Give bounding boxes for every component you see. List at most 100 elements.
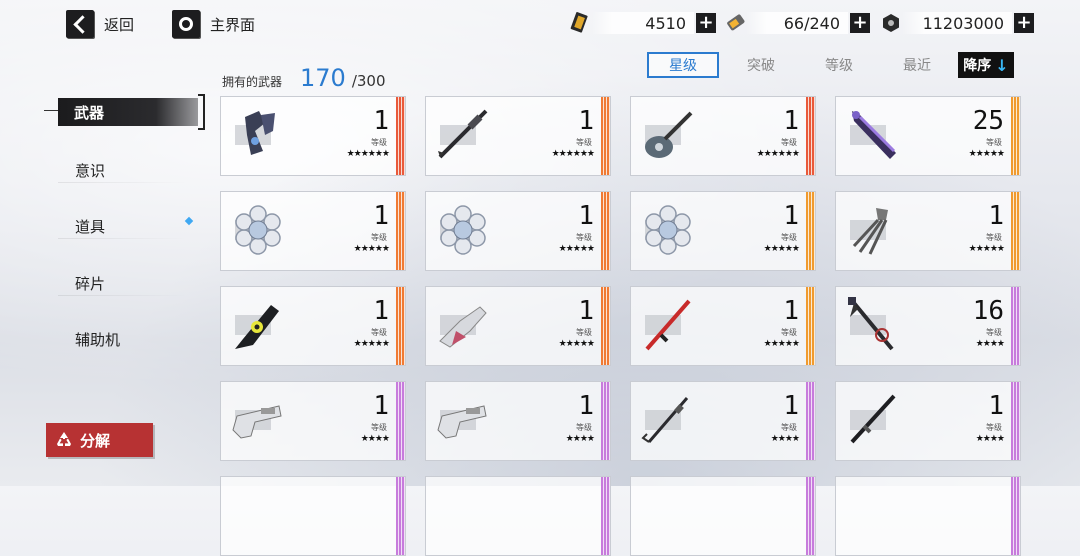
home-button[interactable]: 主界面 <box>172 10 255 38</box>
crystal-flower-icon <box>645 205 691 255</box>
weapon-card[interactable]: 1 等级 ★★★★★ <box>835 191 1021 271</box>
nav-item-elf[interactable]: 辅助机 <box>75 329 120 350</box>
weapon-level: 1 <box>373 201 389 231</box>
resource-tickets: 4510 + <box>570 10 716 36</box>
nav-item-fragments[interactable]: 碎片 <box>75 273 105 294</box>
nav-pointer-line <box>44 110 58 111</box>
weapon-card[interactable]: 1 等级 ★★★★★★ <box>220 96 406 176</box>
star-rating: ★★★★★★ <box>756 149 800 159</box>
weapon-card[interactable]: 1 等级 ★★★★★ <box>220 191 406 271</box>
weapon-card[interactable]: 1 等级 ★★★★★★ <box>425 96 611 176</box>
rarity-stripe <box>806 287 815 365</box>
rarity-stripe <box>806 382 815 460</box>
nav-item-items[interactable]: 道具 <box>75 216 105 237</box>
weapon-card[interactable]: 1 等级 ★★★★ <box>835 381 1021 461</box>
level-label: 等级 <box>576 328 592 337</box>
rarity-stripe <box>806 97 815 175</box>
arrow-down-icon: ↓ <box>995 55 1009 75</box>
nav-item-label: 武器 <box>74 103 105 122</box>
weapon-card[interactable]: 1 等级 ★★★★★ <box>425 191 611 271</box>
chainsaw-blade-icon <box>235 305 279 349</box>
nav-divider <box>58 238 188 239</box>
add-coins-button[interactable]: + <box>1014 13 1034 33</box>
weapon-level: 1 <box>578 391 594 421</box>
back-arrow-icon <box>66 10 94 38</box>
sort-rarity-tab[interactable]: 星级 <box>647 52 719 78</box>
rarity-stripe <box>601 382 610 460</box>
nav-divider <box>58 295 188 296</box>
weapon-card[interactable]: 1 等级 ★★★★ <box>425 381 611 461</box>
weapon-card[interactable]: 1 等级 ★★★★★ <box>630 191 816 271</box>
weapon-card[interactable]: 1 等级 ★★★★★★ <box>630 96 816 176</box>
weapon-level: 1 <box>783 106 799 136</box>
sort-order-button[interactable]: 降序 ↓ <box>958 52 1014 78</box>
crystal-flower-icon <box>440 205 486 255</box>
star-rating: ★★★★★ <box>968 149 1005 159</box>
claw-gauntlet-icon <box>852 208 888 255</box>
weapon-card[interactable]: 16 等级 ★★★★ <box>835 286 1021 366</box>
nav-item-weapons[interactable]: 武器 <box>58 98 198 126</box>
star-rating: ★★★★★ <box>558 244 595 254</box>
star-rating: ★★★★★ <box>763 339 800 349</box>
nav-item-stigmata[interactable]: 意识 <box>75 160 105 181</box>
decompose-button[interactable]: 分解 <box>46 423 153 457</box>
rarity-stripe <box>396 192 405 270</box>
gold-ticket-icon <box>570 12 588 33</box>
rarity-stripe <box>601 287 610 365</box>
sort-recent-tab[interactable]: 最近 <box>884 52 950 78</box>
rarity-stripe <box>396 287 405 365</box>
star-rating: ★★★★★ <box>353 339 390 349</box>
star-rating: ★★★★★★ <box>551 149 595 159</box>
nav-divider <box>58 182 188 183</box>
rarity-stripe <box>396 382 405 460</box>
weapon-level: 1 <box>578 296 594 326</box>
scythe-icon <box>848 297 894 351</box>
home-ring-icon <box>172 10 200 38</box>
add-tickets-button[interactable]: + <box>696 13 716 33</box>
weapon-card-partial[interactable] <box>220 476 406 556</box>
weapon-card[interactable]: 1 等级 ★★★★ <box>630 381 816 461</box>
tickets-value: 4510 <box>592 12 694 34</box>
star-rating: ★★★★ <box>360 434 390 444</box>
star-rating: ★★★★★ <box>968 244 1005 254</box>
sort-level-tab[interactable]: 等级 <box>806 52 872 78</box>
weapon-level: 1 <box>578 106 594 136</box>
level-label: 等级 <box>781 233 797 242</box>
rarity-stripe <box>1011 382 1020 460</box>
coin-icon <box>883 14 899 32</box>
twin-pistols-icon <box>245 111 275 155</box>
level-label: 等级 <box>371 423 387 432</box>
weapon-card-partial[interactable] <box>835 476 1021 556</box>
add-stamina-button[interactable]: + <box>850 13 870 33</box>
sort-order-label: 降序 <box>963 58 992 74</box>
home-label: 主界面 <box>210 15 256 34</box>
weapon-level: 16 <box>972 296 1004 326</box>
level-label: 等级 <box>986 328 1002 337</box>
weapon-card[interactable]: 25 等级 ★★★★★ <box>835 96 1021 176</box>
black-katana-icon <box>850 394 896 444</box>
owned-count: 170 <box>300 64 346 92</box>
level-label: 等级 <box>576 233 592 242</box>
sort-breakthrough-tab[interactable]: 突破 <box>728 52 794 78</box>
pipa-lute-icon <box>645 111 693 158</box>
weapon-card[interactable]: 1 等级 ★★★★★ <box>425 286 611 366</box>
weapon-level: 1 <box>783 296 799 326</box>
rarity-stripe <box>396 97 405 175</box>
rifle-icon <box>232 405 282 439</box>
new-indicator-dot <box>184 216 194 226</box>
weapon-level: 1 <box>373 106 389 136</box>
weapon-level: 1 <box>783 391 799 421</box>
owned-capacity: /300 <box>351 72 386 90</box>
level-label: 等级 <box>371 328 387 337</box>
weapon-card[interactable]: 1 等级 ★★★★★ <box>220 286 406 366</box>
weapon-card-partial[interactable] <box>630 476 816 556</box>
weapon-card-partial[interactable] <box>425 476 611 556</box>
star-rating: ★★★★ <box>975 434 1005 444</box>
rarity-stripe <box>601 192 610 270</box>
back-button[interactable]: 返回 <box>66 10 134 38</box>
star-rating: ★★★★ <box>975 339 1005 349</box>
weapon-card[interactable]: 1 等级 ★★★★ <box>220 381 406 461</box>
weapon-level: 25 <box>972 106 1004 136</box>
rarity-stripe <box>601 97 610 175</box>
weapon-card[interactable]: 1 等级 ★★★★★ <box>630 286 816 366</box>
